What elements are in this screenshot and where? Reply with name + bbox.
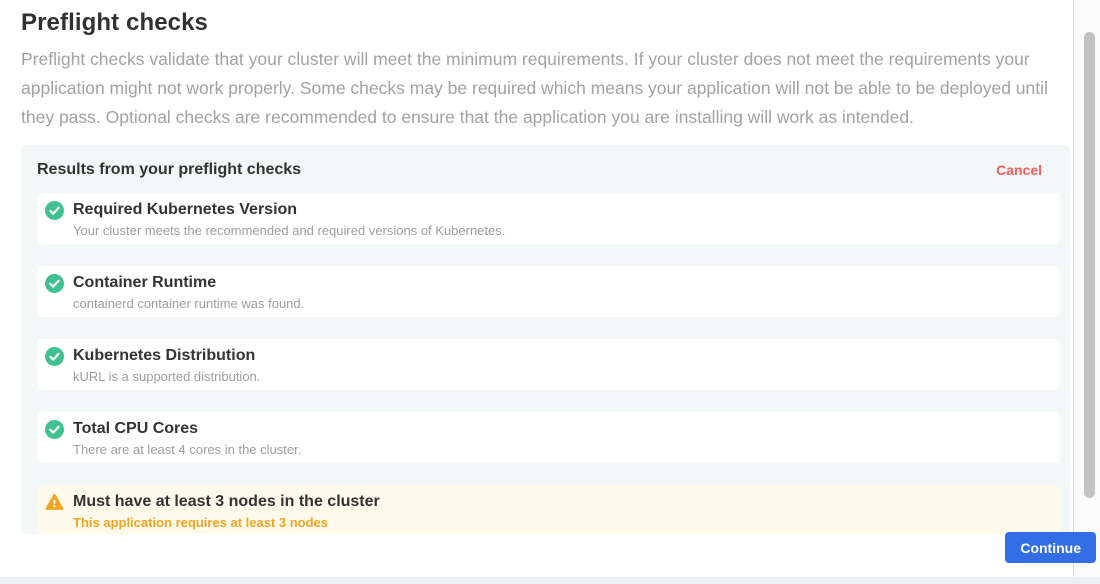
check-list: Required Kubernetes Version Your cluster… [21, 179, 1070, 534]
cancel-link[interactable]: Cancel [996, 162, 1042, 178]
check-circle-icon [45, 420, 64, 439]
check-title: Must have at least 3 nodes in the cluste… [73, 492, 380, 512]
check-title: Required Kubernetes Version [73, 200, 505, 220]
check-card-minimum-nodes: Must have at least 3 nodes in the cluste… [37, 485, 1060, 534]
check-card-total-cpu-cores: Total CPU Cores There are at least 4 cor… [37, 412, 1060, 463]
scrollable-content: Preflight checks Preflight checks valida… [0, 0, 1074, 577]
check-card-container-runtime: Container Runtime containerd container r… [37, 266, 1060, 317]
check-title: Total CPU Cores [73, 419, 301, 439]
vertical-scrollbar-thumb[interactable] [1084, 32, 1095, 498]
check-message: This application requires at least 3 nod… [73, 515, 380, 531]
check-message: Your cluster meets the recommended and r… [73, 223, 505, 239]
check-message: kURL is a supported distribution. [73, 369, 260, 385]
page-description: Preflight checks validate that your clus… [21, 45, 1057, 132]
continue-button[interactable]: Continue [1005, 532, 1096, 563]
check-text: Container Runtime containerd container r… [73, 273, 304, 312]
page-body: Preflight checks Preflight checks valida… [0, 0, 1073, 534]
preflight-results-panel: Results from your preflight checks Cance… [21, 145, 1070, 534]
warning-triangle-icon [45, 493, 64, 512]
check-card-kubernetes-distribution: Kubernetes Distribution kURL is a suppor… [37, 339, 1060, 390]
check-circle-icon [45, 201, 64, 220]
check-text: Must have at least 3 nodes in the cluste… [73, 492, 380, 531]
check-title: Container Runtime [73, 273, 304, 293]
check-text: Kubernetes Distribution kURL is a suppor… [73, 346, 260, 385]
vertical-scrollbar-track[interactable] [1075, 0, 1100, 577]
check-circle-icon [45, 347, 64, 366]
panel-title: Results from your preflight checks [37, 161, 301, 179]
check-circle-icon [45, 274, 64, 293]
preflight-checks-screen: Preflight checks Preflight checks valida… [0, 0, 1100, 584]
check-text: Required Kubernetes Version Your cluster… [73, 200, 505, 239]
bottom-divider-strip [0, 577, 1100, 584]
panel-header: Results from your preflight checks Cance… [21, 145, 1070, 179]
check-title: Kubernetes Distribution [73, 346, 260, 366]
page-title: Preflight checks [21, 8, 1053, 38]
check-message: There are at least 4 cores in the cluste… [73, 442, 301, 458]
check-message: containerd container runtime was found. [73, 296, 304, 312]
check-text: Total CPU Cores There are at least 4 cor… [73, 419, 301, 458]
check-card-required-kubernetes-version: Required Kubernetes Version Your cluster… [37, 193, 1060, 244]
